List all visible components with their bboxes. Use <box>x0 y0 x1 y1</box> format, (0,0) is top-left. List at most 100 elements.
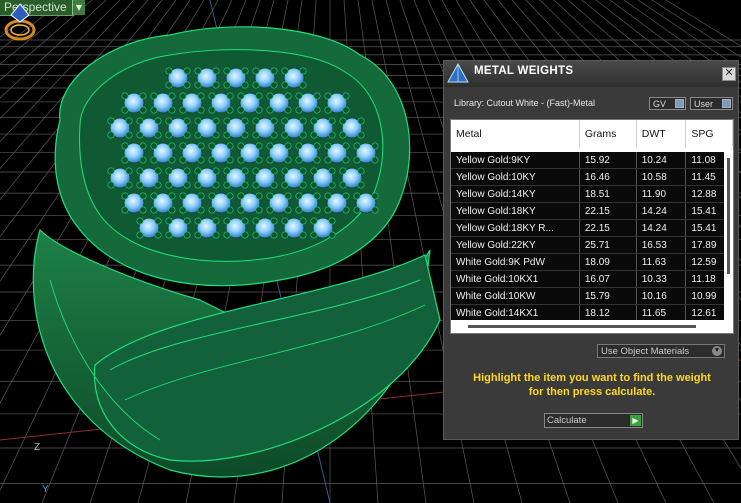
cell-dwt[interactable]: 11.65 <box>636 304 687 322</box>
gem-prong <box>165 81 173 89</box>
gem-prong <box>371 192 379 200</box>
gem-prong <box>237 156 245 164</box>
cell-dwt[interactable]: 14.24 <box>636 219 687 237</box>
cell-metal[interactable]: White Gold:10KW <box>451 287 580 305</box>
gem-prong <box>284 156 292 164</box>
cell-metal[interactable]: White Gold:9K PdW <box>451 253 580 271</box>
table-row[interactable]: Yellow Gold:14KY 18.51 11.90 12.88 <box>451 185 733 203</box>
table-row[interactable]: White Gold:9K PdW 18.09 11.63 12.59 <box>451 253 733 271</box>
cell-metal[interactable]: White Gold:14KX1 <box>451 304 580 322</box>
column-header-dwt[interactable]: DWT <box>636 120 687 148</box>
cell-grams[interactable]: 22.15 <box>579 219 637 237</box>
gem-prong <box>295 192 303 200</box>
close-icon[interactable]: ✕ <box>722 67 736 81</box>
cell-dwt[interactable]: 10.58 <box>636 168 687 186</box>
cell-grams[interactable]: 18.09 <box>579 253 637 271</box>
gem-prong <box>324 142 332 150</box>
cell-dwt[interactable]: 11.63 <box>636 253 687 271</box>
table-row[interactable]: Yellow Gold:18KY R... 22.15 14.24 15.41 <box>451 219 733 237</box>
gem-prong <box>241 217 249 225</box>
gem-prong <box>252 217 260 225</box>
cell-dwt[interactable]: 10.33 <box>636 270 687 288</box>
cell-metal[interactable]: Yellow Gold:14KY <box>451 185 580 203</box>
calculate-button[interactable]: Calculate ▶ <box>544 413 643 428</box>
column-header-grams[interactable]: Grams <box>579 120 637 148</box>
gem-prong <box>212 167 220 175</box>
cell-grams[interactable]: 16.46 <box>579 168 637 186</box>
gem-prong <box>339 167 347 175</box>
cell-metal[interactable]: White Gold:10KX1 <box>451 270 580 288</box>
table-row[interactable]: Yellow Gold:18KY 22.15 14.24 15.41 <box>451 202 733 220</box>
cell-metal[interactable]: Yellow Gold:18KY <box>451 202 580 220</box>
gem-prong <box>313 142 321 150</box>
gem-prong <box>266 206 274 214</box>
cell-grams[interactable]: 18.51 <box>579 185 637 203</box>
material-source-dropdown[interactable]: Use Object Materials ▼ <box>597 344 725 358</box>
cell-dwt[interactable]: 10.16 <box>636 287 687 305</box>
cell-metal[interactable]: Yellow Gold:10KY <box>451 168 580 186</box>
gem-prong <box>328 167 336 175</box>
gv-toggle-label: GV <box>653 99 667 109</box>
chevron-down-icon[interactable]: ▼ <box>72 0 85 15</box>
gv-toggle[interactable]: GV <box>649 97 686 110</box>
horizontal-scrollbar[interactable] <box>451 320 733 333</box>
cell-grams[interactable]: 22.15 <box>579 202 637 220</box>
gem-prong <box>339 131 347 139</box>
user-toggle[interactable]: User <box>690 97 733 110</box>
cell-metal[interactable]: Yellow Gold:18KY R... <box>451 219 580 237</box>
gem-prong <box>252 81 260 89</box>
vertical-scrollbar[interactable] <box>724 146 733 321</box>
gem-prong <box>139 142 147 150</box>
cell-dwt[interactable]: 14.24 <box>636 202 687 220</box>
gem-prong <box>357 117 365 125</box>
cell-grams[interactable]: 15.92 <box>579 152 637 169</box>
table-row[interactable]: Yellow Gold:22KY 25.71 16.53 17.89 <box>451 236 733 254</box>
ring-model[interactable] <box>32 26 441 478</box>
instruction-line-2: for then press calculate. <box>528 385 656 398</box>
metal-weights-table[interactable]: Metal Grams DWT SPG Yellow Gold:9KY 15.92… <box>450 119 734 334</box>
cell-grams[interactable]: 18.12 <box>579 304 637 322</box>
cell-metal[interactable]: Yellow Gold:9KY <box>451 152 580 169</box>
gem-prong <box>165 217 173 225</box>
cell-grams[interactable]: 25.71 <box>579 236 637 254</box>
gem-prong <box>136 231 144 239</box>
gem-prong <box>165 67 173 75</box>
cell-grams[interactable]: 15.79 <box>579 287 637 305</box>
cell-metal[interactable]: Yellow Gold:22KY <box>451 236 580 254</box>
axis-z-label: Z <box>34 442 41 453</box>
chevron-down-icon[interactable]: ▼ <box>712 346 722 356</box>
table-row[interactable]: Yellow Gold:9KY 15.92 10.24 11.08 <box>451 152 733 169</box>
gem-prong <box>299 67 307 75</box>
column-header-spg[interactable]: SPG <box>685 120 733 148</box>
cell-dwt[interactable]: 10.24 <box>636 152 687 169</box>
gem-prong <box>197 92 205 100</box>
column-header-metal[interactable]: Metal <box>451 120 580 148</box>
gem-prong <box>139 156 147 164</box>
gem-prong <box>197 206 205 214</box>
gem-prong <box>270 131 278 139</box>
table-row[interactable]: White Gold:10KW 15.79 10.16 10.99 <box>451 287 733 305</box>
table-row[interactable]: White Gold:14KX1 18.12 11.65 12.61 <box>451 304 733 322</box>
table-row[interactable]: Yellow Gold:10KY 16.46 10.58 11.45 <box>451 168 733 186</box>
gem-prong <box>342 192 350 200</box>
scroll-thumb[interactable] <box>468 325 696 328</box>
table-row[interactable]: White Gold:10KX1 16.07 10.33 11.18 <box>451 270 733 288</box>
gem-prong <box>237 142 245 150</box>
cell-dwt[interactable]: 11.90 <box>636 185 687 203</box>
gem-prong <box>212 231 220 239</box>
gem-prong <box>295 206 303 214</box>
gem-prong <box>237 106 245 114</box>
panel-header[interactable]: METAL WEIGHTS ✕ <box>444 61 738 87</box>
gem-prong <box>197 106 205 114</box>
gem-prong <box>255 92 263 100</box>
gem-prong <box>310 231 318 239</box>
gem-prong <box>107 181 115 189</box>
gem-prong <box>237 206 245 214</box>
gem-prong <box>136 131 144 139</box>
cell-dwt[interactable]: 16.53 <box>636 236 687 254</box>
gem-prong <box>194 217 202 225</box>
cell-grams[interactable]: 16.07 <box>579 270 637 288</box>
scroll-thumb[interactable] <box>727 158 730 274</box>
gem-prong <box>212 217 220 225</box>
gem-prong <box>150 156 158 164</box>
